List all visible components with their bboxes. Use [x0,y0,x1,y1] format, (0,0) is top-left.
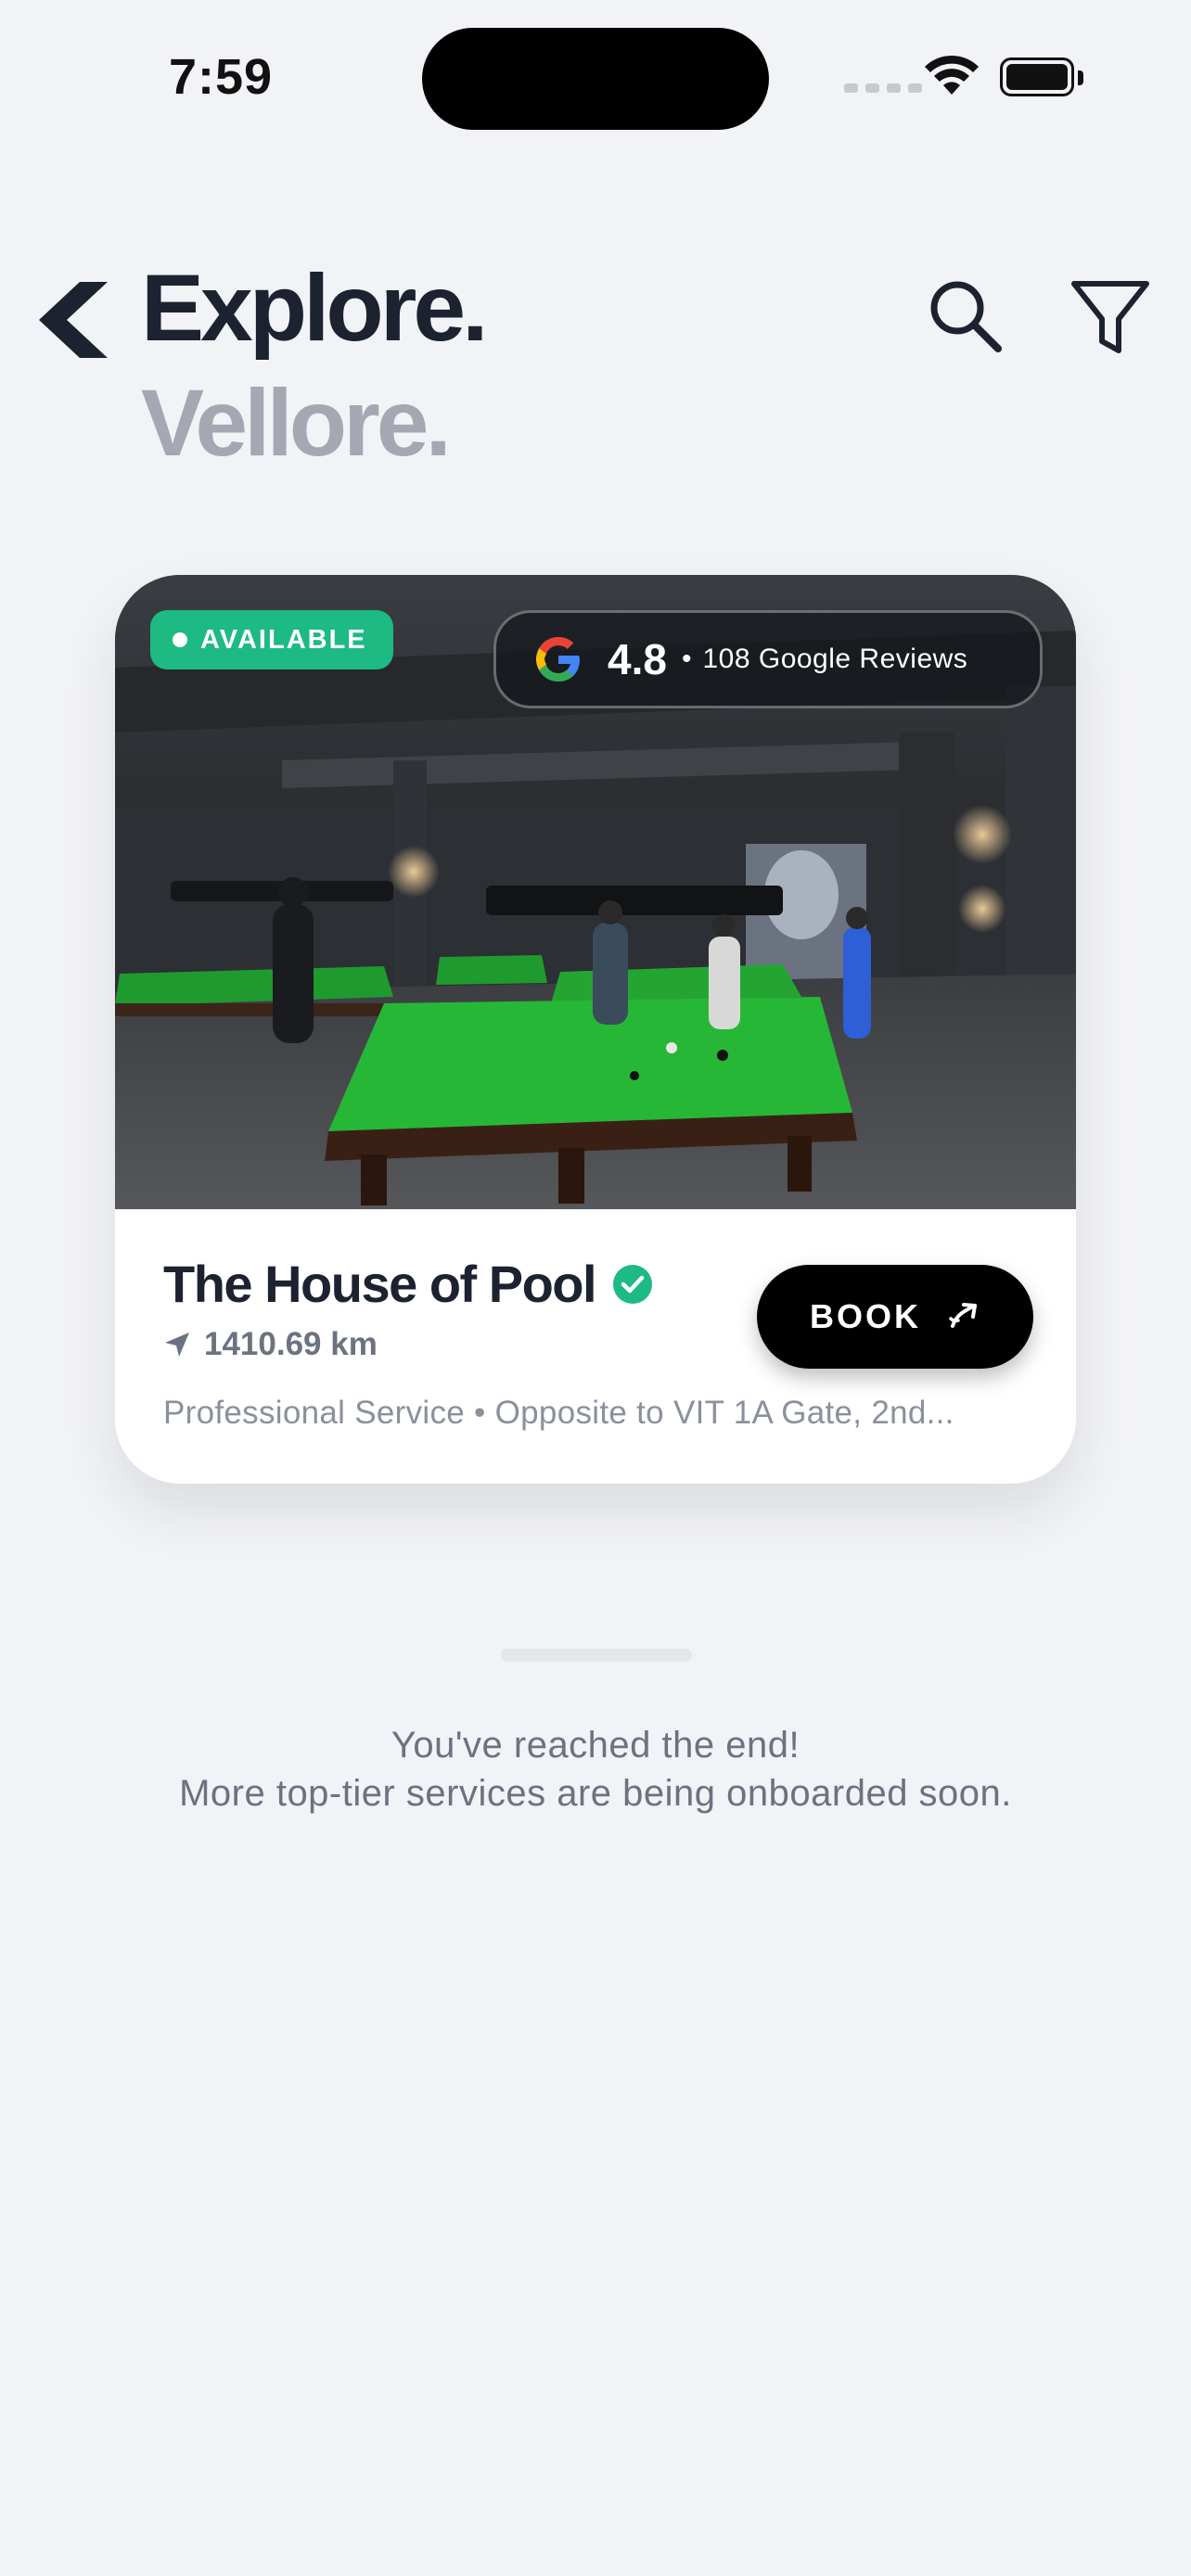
book-button[interactable]: BOOK [757,1265,1033,1369]
service-name-text: The House of Pool [163,1255,597,1313]
end-message-subtitle: More top-tier services are being onboard… [179,1773,1012,1814]
wifi-icon [925,55,979,95]
service-card[interactable]: AVAILABLE 4.8 • 108 Google Reviews The H… [115,575,1076,1484]
chevron-left-icon[interactable] [35,278,119,362]
status-time: 7:59 [169,49,274,105]
search-icon[interactable] [926,276,1004,354]
end-message-title: You've reached the end! [391,1725,800,1766]
status-badge-label: AVAILABLE [200,624,367,655]
battery-icon [1000,57,1074,96]
end-divider [501,1649,692,1662]
rating-separator: • [681,644,692,674]
service-details: The House of Pool 1410.69 km Professiona… [115,1209,1076,1484]
cellular-signal-icon [844,83,922,93]
google-rating-pill[interactable]: 4.8 • 108 Google Reviews [493,610,1043,708]
filter-icon[interactable] [1069,276,1152,360]
city-subtitle: Vellore. [141,370,452,476]
google-icon [536,637,580,682]
rating-value: 4.8 [608,635,667,683]
status-dot [173,632,187,647]
verified-check-icon [613,1264,653,1304]
dynamic-island [422,28,769,130]
distance: 1410.69 km [163,1326,378,1363]
distance-value: 1410.69 km [204,1326,378,1362]
book-button-label: BOOK [810,1297,921,1335]
service-description: Professional Service • Opposite to VIT 1… [163,1395,954,1431]
service-name: The House of Pool [163,1254,653,1314]
page-title: Explore. [141,255,488,361]
arrow-up-right-icon [949,1303,977,1328]
service-image: AVAILABLE 4.8 • 108 Google Reviews [115,575,1076,1209]
review-count: 108 Google Reviews [702,644,968,674]
location-arrow-icon [165,1333,189,1357]
status-badge: AVAILABLE [150,610,393,670]
battery-cap [1078,70,1083,85]
